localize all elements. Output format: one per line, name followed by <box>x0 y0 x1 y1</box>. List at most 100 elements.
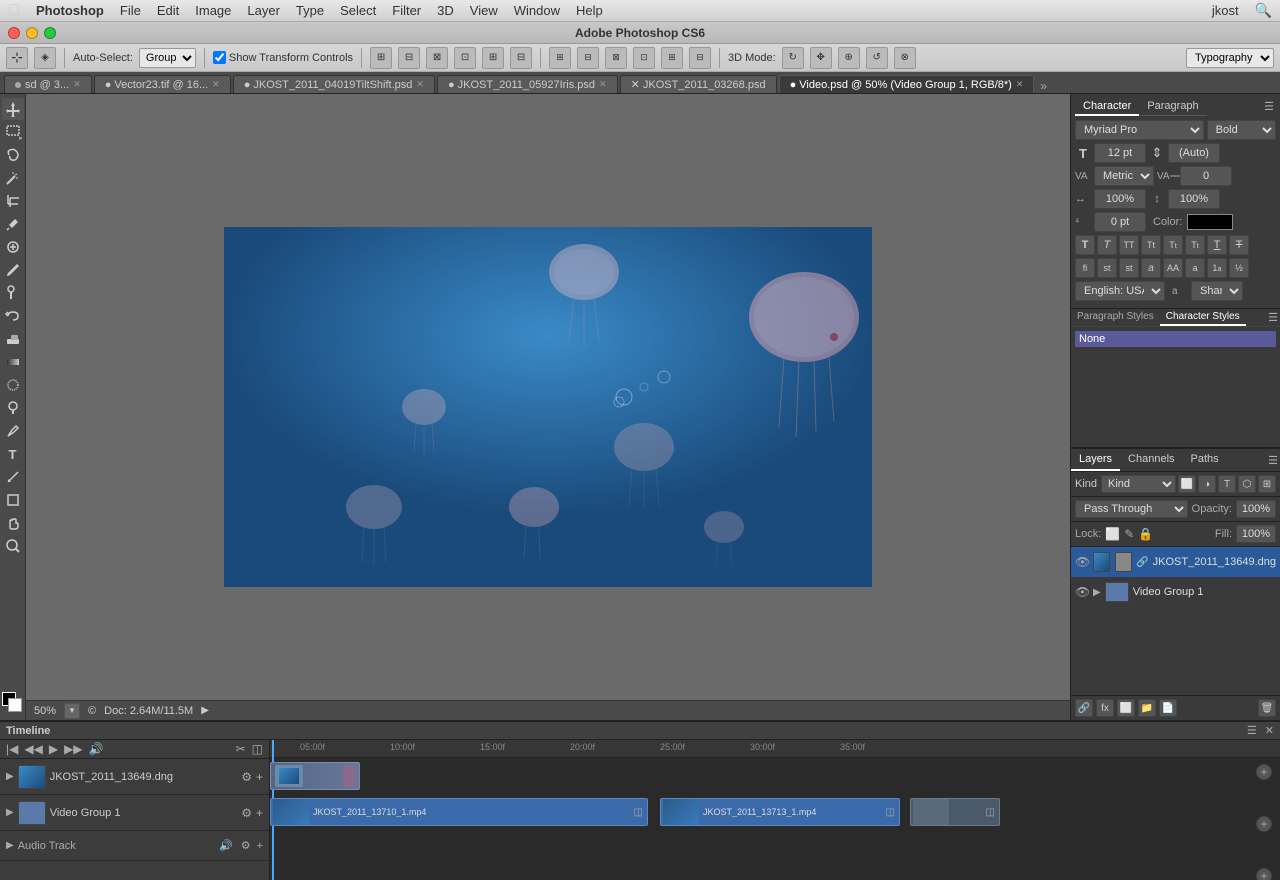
pixel-filter-btn[interactable]: ⬜ <box>1178 475 1196 493</box>
eraser-tool[interactable] <box>2 328 24 350</box>
magic-wand-tool[interactable] <box>2 167 24 189</box>
pen-tool[interactable] <box>2 420 24 442</box>
timeline-close-btn[interactable]: ✕ <box>1265 724 1274 737</box>
chain-icon-dng[interactable]: 🔗 <box>1136 557 1148 568</box>
type-filter-btn[interactable]: T <box>1218 475 1236 493</box>
bold-btn[interactable]: T <box>1075 235 1095 255</box>
distribute-4[interactable]: ⊡ <box>633 47 655 69</box>
3d-zoom-btn[interactable]: ⊕ <box>838 47 860 69</box>
eyedropper-tool[interactable] <box>2 213 24 235</box>
align-bottom-btn[interactable]: ⊟ <box>510 47 532 69</box>
kerning-select[interactable]: Metrics Optical 0 <box>1094 166 1154 186</box>
align-center-v-btn[interactable]: ⊞ <box>482 47 504 69</box>
align-right-btn[interactable]: ⊠ <box>426 47 448 69</box>
typography-dropdown[interactable]: Typography Essentials Painting <box>1186 48 1274 68</box>
menu-file[interactable]: File <box>120 3 141 18</box>
3d-slide-btn[interactable]: ⊗ <box>894 47 916 69</box>
move-tool[interactable] <box>2 98 24 120</box>
fraction-btn[interactable]: ½ <box>1229 258 1249 278</box>
lock-position-btn[interactable]: ✎ <box>1124 527 1134 541</box>
paths-tab[interactable]: Paths <box>1183 449 1227 471</box>
character-styles-tab[interactable]: Character Styles <box>1160 309 1246 326</box>
fill-input[interactable] <box>1236 525 1276 543</box>
leading-input[interactable] <box>1168 143 1220 163</box>
path-selection-tool[interactable] <box>2 466 24 488</box>
minimize-button[interactable] <box>26 27 38 39</box>
underline-btn[interactable]: T <box>1207 235 1227 255</box>
tl-add-dng[interactable]: + <box>256 770 263 784</box>
scale-h-input[interactable] <box>1094 189 1146 209</box>
tl-expand-dng[interactable]: ▶ <box>6 771 14 782</box>
tab-iris[interactable]: ● JKOST_2011_05927Iris.psd ✕ <box>437 75 618 93</box>
italic-btn[interactable]: T <box>1097 235 1117 255</box>
distribute-6[interactable]: ⊟ <box>689 47 711 69</box>
tl-play-btn[interactable]: ▶ <box>49 742 58 756</box>
move-tool-icon[interactable]: ⊹ <box>6 47 28 69</box>
tab-sd[interactable]: sd @ 3... ✕ <box>4 75 92 93</box>
gradient-tool[interactable] <box>2 351 24 373</box>
layer-item-videogroup[interactable]: 👁 ▶ Video Group 1 <box>1071 577 1280 607</box>
kind-select[interactable]: Kind <box>1101 475 1176 493</box>
tl-expand-videogroup[interactable]: ▶ <box>6 807 14 818</box>
add-track-3-btn[interactable]: + <box>1256 868 1272 880</box>
tab-video-close[interactable]: ✕ <box>1016 79 1024 90</box>
link-layers-btn[interactable]: 🔗 <box>1075 699 1093 717</box>
font-family-select[interactable]: Myriad Pro <box>1075 120 1204 140</box>
audio-mute-btn[interactable]: 🔊 <box>219 839 233 852</box>
menu-select[interactable]: Select <box>340 3 376 18</box>
panel-menu-icon[interactable]: ☰ <box>1262 98 1276 116</box>
timeline-clips-area[interactable]: 05:00f 10:00f 15:00f 20:00f 25:00f 30:00… <box>270 740 1280 880</box>
tab-tiltshift-close[interactable]: ✕ <box>416 79 424 90</box>
blend-mode-select[interactable]: Pass Through Normal Multiply Screen <box>1075 500 1188 518</box>
tab-tiltshift[interactable]: ● JKOST_2011_04019TiltShift.psd ✕ <box>233 75 435 93</box>
play-button[interactable]: ▶ <box>201 705 209 716</box>
menu-type[interactable]: Type <box>296 3 324 18</box>
audio-settings-btn[interactable]: ⚙ <box>241 839 251 852</box>
apple-menu[interactable]:  <box>8 2 20 20</box>
smart-filter-btn[interactable]: ⊞ <box>1258 475 1276 493</box>
tl-first-btn[interactable]: |◀ <box>6 742 18 756</box>
text-color-swatch[interactable] <box>1187 214 1233 230</box>
tl-add-videogroup[interactable]: + <box>256 806 263 820</box>
search-icon[interactable]: 🔍 <box>1255 2 1272 19</box>
add-mask-btn[interactable]: ⬜ <box>1117 699 1135 717</box>
zoom-menu-button[interactable]: ▾ <box>64 703 80 719</box>
baseline-input[interactable] <box>1094 212 1146 232</box>
tl-next-btn[interactable]: ▶▶ <box>64 742 82 756</box>
hand-tool[interactable] <box>2 512 24 534</box>
tl-clip-dng-keyframe[interactable] <box>270 762 360 790</box>
tl-prev-btn[interactable]: ◀◀ <box>24 742 42 756</box>
dodge-tool[interactable] <box>2 397 24 419</box>
tl-clip-extra[interactable]: ◫ <box>910 798 1000 826</box>
tl-settings-videogroup[interactable]: ⚙ <box>241 806 252 820</box>
text-tool[interactable]: T <box>2 443 24 465</box>
brush-tool[interactable] <box>2 259 24 281</box>
tl-scissors-btn[interactable]: ✂ <box>236 742 246 756</box>
ligature-btn[interactable]: fi <box>1075 258 1095 278</box>
ordinal-btn[interactable]: 1a <box>1207 258 1227 278</box>
contextual-btn[interactable]: a <box>1185 258 1205 278</box>
align-center-h-btn[interactable]: ⊟ <box>398 47 420 69</box>
distribute-1[interactable]: ⊞ <box>549 47 571 69</box>
tl-clip-13713[interactable]: JKOST_2011_13713_1.mp4 ◫ <box>660 798 900 826</box>
style-none[interactable]: None <box>1075 331 1276 347</box>
layer-item-dng[interactable]: 👁 🔗 JKOST_2011_13649.dng <box>1071 547 1280 577</box>
timeline-menu-icon[interactable]: ☰ <box>1247 724 1257 737</box>
menu-window[interactable]: Window <box>514 3 560 18</box>
superscript-btn[interactable]: Tt <box>1163 235 1183 255</box>
discretionary-btn[interactable]: st <box>1119 258 1139 278</box>
menu-3d[interactable]: 3D <box>437 3 454 18</box>
tracking-input[interactable] <box>1180 166 1232 186</box>
lasso-tool[interactable] <box>2 144 24 166</box>
scale-v-input[interactable] <box>1168 189 1220 209</box>
tl-clip-13710[interactable]: JKOST_2011_13710_1.mp4 ◫ <box>270 798 648 826</box>
strikethrough-btn[interactable]: T <box>1229 235 1249 255</box>
distribute-3[interactable]: ⊠ <box>605 47 627 69</box>
close-button[interactable] <box>8 27 20 39</box>
align-top-btn[interactable]: ⊡ <box>454 47 476 69</box>
clone-stamp-tool[interactable] <box>2 282 24 304</box>
background-color[interactable] <box>8 698 22 712</box>
shape-filter-btn[interactable]: ⬡ <box>1238 475 1256 493</box>
tab-vector-close[interactable]: ✕ <box>212 79 220 90</box>
lock-pixels-btn[interactable]: ⬜ <box>1105 527 1120 541</box>
